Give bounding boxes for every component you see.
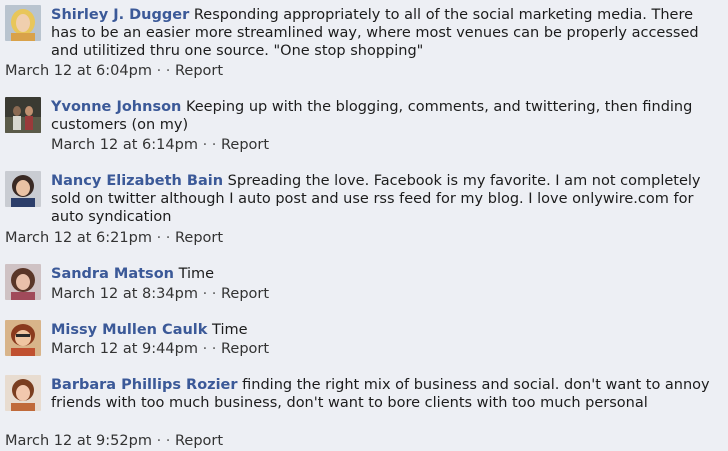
commenter-name-link[interactable]: Sandra Matson	[51, 266, 174, 282]
report-link[interactable]: Report	[175, 433, 223, 449]
report-link[interactable]: Report	[221, 286, 269, 302]
comment-body: Nancy Elizabeth Bain Spreading the love.…	[51, 172, 723, 226]
avatar[interactable]	[5, 5, 41, 41]
comment-meta: March 12 at 8:34pm · · Report	[51, 285, 269, 303]
action-separator: ·	[211, 341, 217, 357]
avatar[interactable]	[5, 264, 41, 300]
commenter-name-link[interactable]: Shirley J. Dugger	[51, 7, 189, 23]
action-separator: ·	[165, 63, 171, 79]
comment-text: Time	[212, 322, 248, 338]
comment-body: Barbara Phillips Rozier finding the righ…	[51, 376, 723, 412]
comment-text: Time	[178, 266, 215, 282]
meta-separator: ·	[202, 341, 208, 357]
comment-meta: March 12 at 9:52pm · · Report	[5, 432, 223, 450]
comment-body: Shirley J. Dugger Responding appropriate…	[51, 6, 723, 60]
avatar[interactable]	[5, 375, 41, 411]
meta-separator: ·	[202, 286, 208, 302]
avatar[interactable]	[5, 97, 41, 133]
report-link[interactable]: Report	[175, 230, 223, 246]
report-link[interactable]: Report	[221, 341, 269, 357]
comment-meta: March 12 at 6:14pm · · Report	[51, 136, 269, 154]
meta-separator: ·	[202, 137, 208, 153]
comment-body: Sandra Matson Time	[51, 265, 723, 283]
comment-body: Missy Mullen Caulk Time	[51, 321, 723, 339]
avatar[interactable]	[5, 320, 41, 356]
comment-meta: March 12 at 6:04pm · · Report	[5, 62, 223, 80]
commenter-name-link[interactable]: Barbara Phillips Rozier	[51, 377, 238, 393]
report-link[interactable]: Report	[221, 137, 269, 153]
timestamp-link[interactable]: March 12 at 9:44pm	[51, 341, 198, 357]
timestamp-link[interactable]: March 12 at 8:34pm	[51, 286, 198, 302]
avatar[interactable]	[5, 171, 41, 207]
timestamp-link[interactable]: March 12 at 9:52pm	[5, 433, 152, 449]
report-link[interactable]: Report	[175, 63, 223, 79]
action-separator: ·	[165, 230, 171, 246]
commenter-name-link[interactable]: Yvonne Johnson	[51, 99, 181, 115]
commenter-name-link[interactable]: Nancy Elizabeth Bain	[51, 173, 223, 189]
action-separator: ·	[211, 137, 217, 153]
comment-meta: March 12 at 6:21pm · · Report	[5, 229, 223, 247]
comment-meta: March 12 at 9:44pm · · Report	[51, 340, 269, 358]
commenter-name-link[interactable]: Missy Mullen Caulk	[51, 322, 207, 338]
meta-separator: ·	[156, 433, 162, 449]
timestamp-link[interactable]: March 12 at 6:21pm	[5, 230, 152, 246]
meta-separator: ·	[156, 63, 162, 79]
action-separator: ·	[165, 433, 171, 449]
timestamp-link[interactable]: March 12 at 6:14pm	[51, 137, 198, 153]
action-separator: ·	[211, 286, 217, 302]
comment-body: Yvonne Johnson Keeping up with the blogg…	[51, 98, 723, 134]
meta-separator: ·	[156, 230, 162, 246]
timestamp-link[interactable]: March 12 at 6:04pm	[5, 63, 152, 79]
